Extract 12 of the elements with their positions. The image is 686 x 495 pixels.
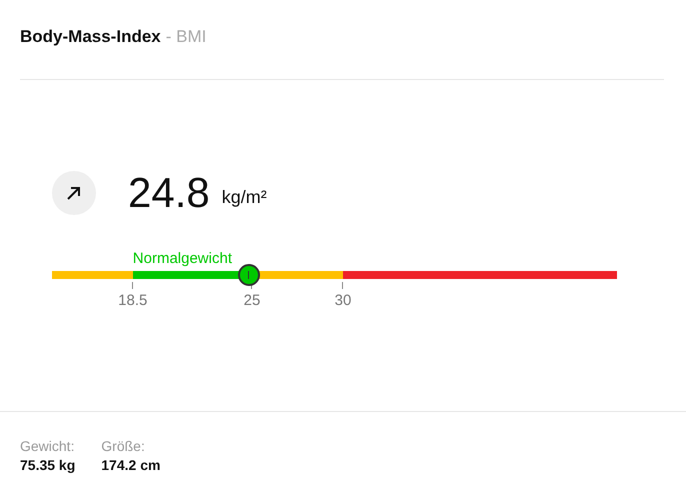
detail-label: Größe: [101,438,146,454]
tick-label: 30 [334,292,352,309]
card-title: Body-Mass-Index [20,26,161,46]
tick-label: 25 [244,292,260,309]
bmi-value: 24.8 [128,169,210,217]
category-label: Normalgewicht [132,250,232,267]
card-subtitle: - BMI [166,26,206,46]
detail-value: 174.2 cm [101,457,160,473]
bmi-unit: kg/m² [222,186,267,208]
detail-value: 75.35 kg [20,457,76,473]
detail-label: Gewicht: [20,438,76,454]
tick-label: 18.5 [118,292,148,309]
